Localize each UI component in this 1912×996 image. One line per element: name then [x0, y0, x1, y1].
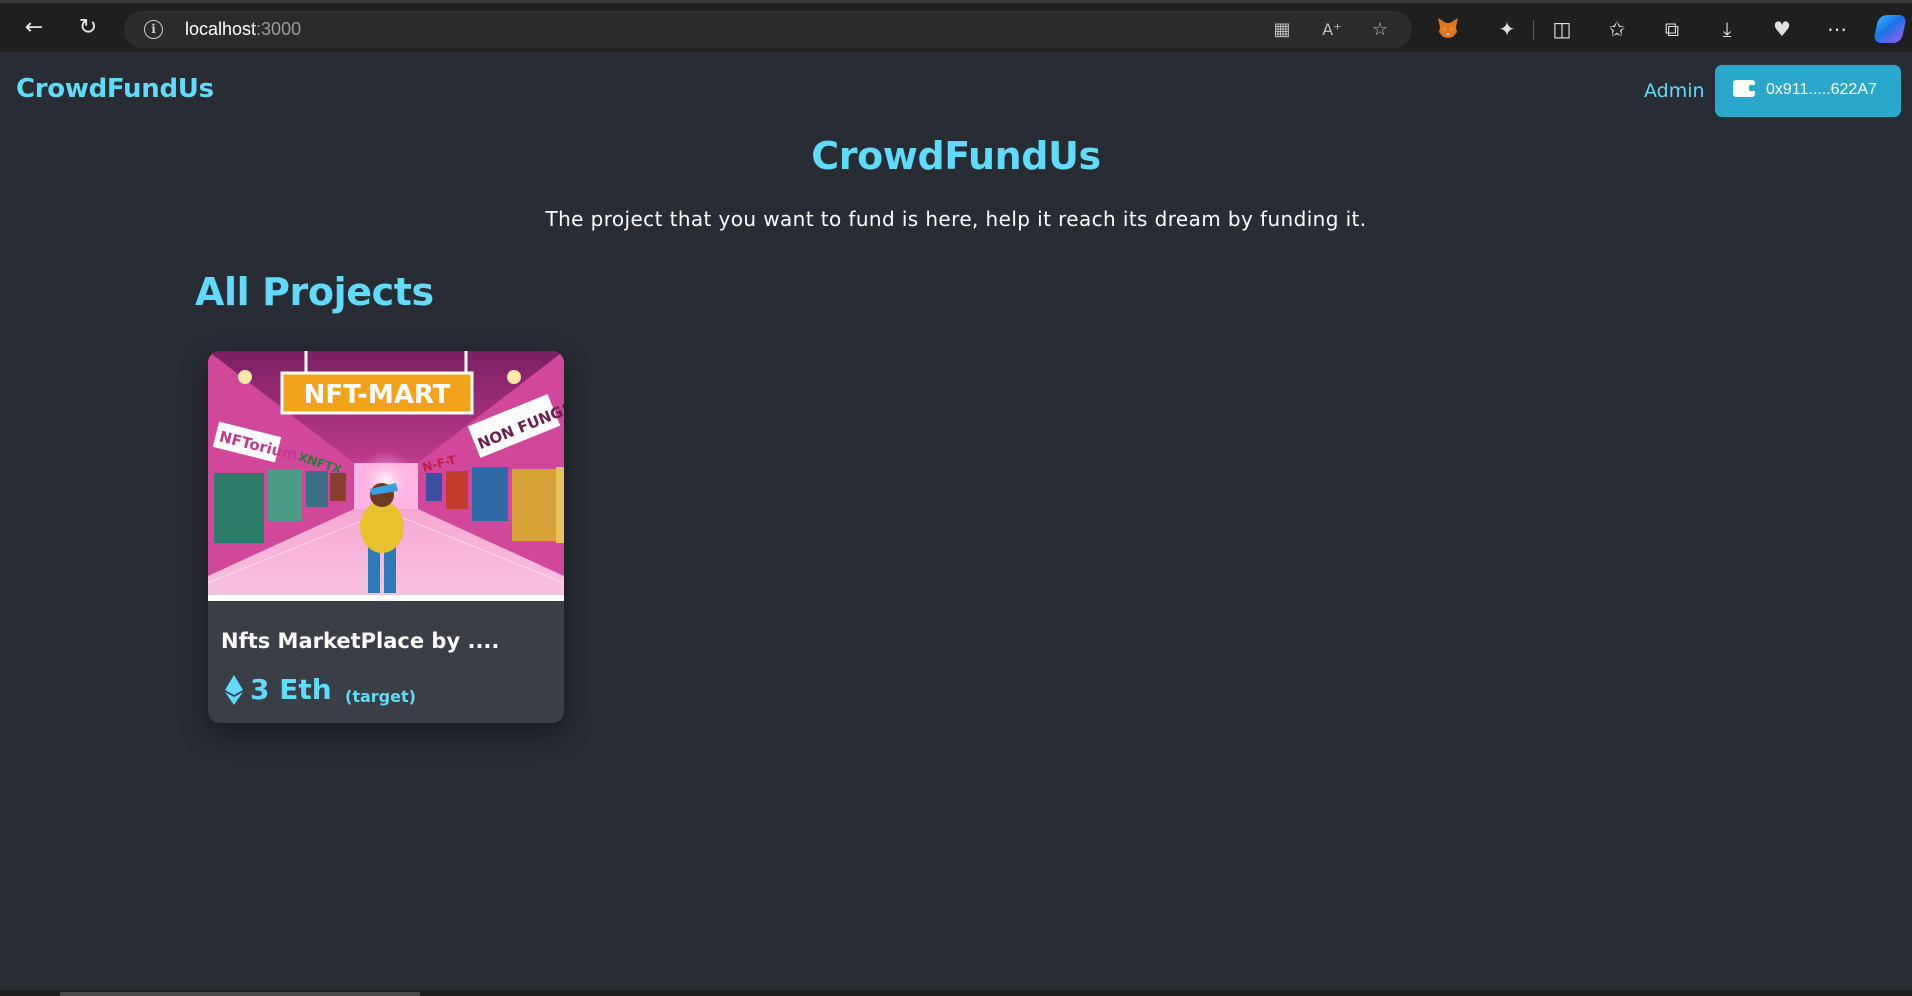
- favorites-icon[interactable]: ✩: [1603, 15, 1631, 43]
- wallet-icon: [1733, 80, 1756, 97]
- split-screen-icon[interactable]: ◫: [1548, 15, 1576, 43]
- hero-subtitle: The project that you want to fund is her…: [545, 207, 1367, 231]
- extensions-icon[interactable]: ✦: [1493, 15, 1521, 43]
- page-content: CrowdFundUs Admin 0x911.....622A7 CrowdF…: [4, 52, 1908, 990]
- admin-link[interactable]: Admin: [1644, 80, 1705, 102]
- more-icon[interactable]: ⋯: [1823, 15, 1851, 43]
- hero-title: CrowdFundUs: [811, 134, 1101, 178]
- scrollbar-thumb[interactable]: [60, 992, 420, 996]
- section-title: All Projects: [195, 270, 434, 314]
- wallet-button[interactable]: 0x911.....622A7: [1715, 65, 1901, 117]
- url-text[interactable]: localhost:3000: [185, 19, 301, 40]
- read-aloud-icon[interactable]: A⁺: [1320, 19, 1344, 41]
- target-amount: 3 Eth: [250, 673, 332, 706]
- back-icon[interactable]: ←: [19, 13, 49, 43]
- downloads-icon[interactable]: ⤓: [1713, 15, 1741, 43]
- metamask-icon[interactable]: [1436, 17, 1460, 39]
- project-image[interactable]: NFTorium XNFTX N-F-T NON FUNG! NFT-MART: [208, 351, 564, 601]
- favorite-star-icon[interactable]: ☆: [1368, 19, 1392, 41]
- image-sign-text: NFT-MART: [304, 380, 451, 410]
- browser-toolbar: ← ↻ i localhost:3000 ▦ A⁺ ☆ ✦ ◫ ✩ ⧉ ⤓ ♥ …: [0, 0, 1912, 52]
- wallet-address: 0x911.....622A7: [1766, 81, 1877, 98]
- address-bar[interactable]: i localhost:3000 ▦ A⁺ ☆: [124, 11, 1412, 48]
- target-label: (target): [345, 687, 416, 706]
- toolbar-separator: [1533, 20, 1534, 40]
- collections-icon[interactable]: ⧉: [1658, 15, 1686, 43]
- ethereum-icon: [225, 675, 243, 705]
- project-card[interactable]: NFTorium XNFTX N-F-T NON FUNG! NFT-MART …: [208, 351, 564, 723]
- app-available-icon[interactable]: ▦: [1270, 19, 1294, 41]
- project-title: Nfts MarketPlace by ....: [221, 629, 500, 653]
- navbar-brand[interactable]: CrowdFundUs: [16, 74, 214, 104]
- copilot-icon[interactable]: [1873, 15, 1907, 43]
- info-icon[interactable]: i: [144, 20, 163, 39]
- browser-essentials-icon[interactable]: ♥: [1768, 15, 1796, 43]
- refresh-icon[interactable]: ↻: [73, 13, 103, 43]
